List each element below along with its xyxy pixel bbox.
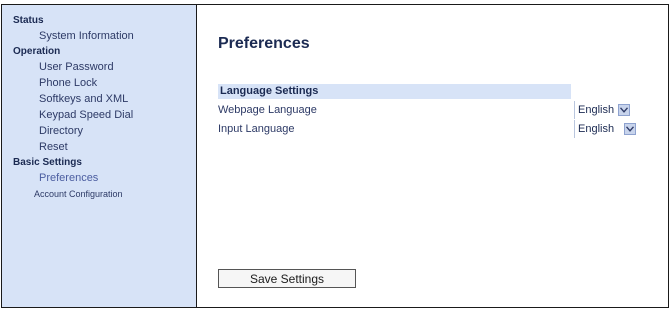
webpage-language-value: English [578,104,615,116]
row-divider [574,101,575,119]
sidebar-item-directory[interactable]: Directory [39,123,196,139]
setting-row-webpage-language: Webpage Language English [218,101,658,119]
webpage-language-label: Webpage Language [218,104,317,116]
chevron-down-icon[interactable] [618,104,631,116]
sidebar-item-user-password[interactable]: User Password [39,59,196,75]
save-settings-button[interactable]: Save Settings [218,269,356,288]
app-frame: Status System Information Operation User… [1,4,669,308]
input-language-value: English [578,123,615,135]
setting-row-input-language: Input Language English [218,120,658,138]
page-title: Preferences [218,35,310,52]
sidebar-item-softkeys-and-xml[interactable]: Softkeys and XML [39,91,196,107]
main-content: Preferences Language Settings Webpage La… [197,5,668,307]
sidebar-item-system-information[interactable]: System Information [39,28,196,44]
input-language-label: Input Language [218,123,295,135]
nav-section-basic-settings: Basic Settings [13,157,82,168]
nav-section-operation: Operation [13,46,61,57]
input-language-select[interactable]: English [578,121,637,137]
sidebar-item-preferences[interactable]: Preferences [39,170,196,186]
sidebar-item-phone-lock[interactable]: Phone Lock [39,75,196,91]
chevron-down-icon[interactable] [624,123,637,135]
nav-section-status: Status [13,15,44,26]
sidebar-item-keypad-speed-dial[interactable]: Keypad Speed Dial [39,107,196,123]
webpage-language-select[interactable]: English [578,102,631,118]
section-header-language-settings: Language Settings [218,84,571,99]
sidebar-item-account-configuration[interactable]: Account Configuration [34,186,196,202]
sidebar-item-reset[interactable]: Reset [39,139,196,155]
sidebar: Status System Information Operation User… [2,5,197,307]
row-divider [574,120,575,138]
